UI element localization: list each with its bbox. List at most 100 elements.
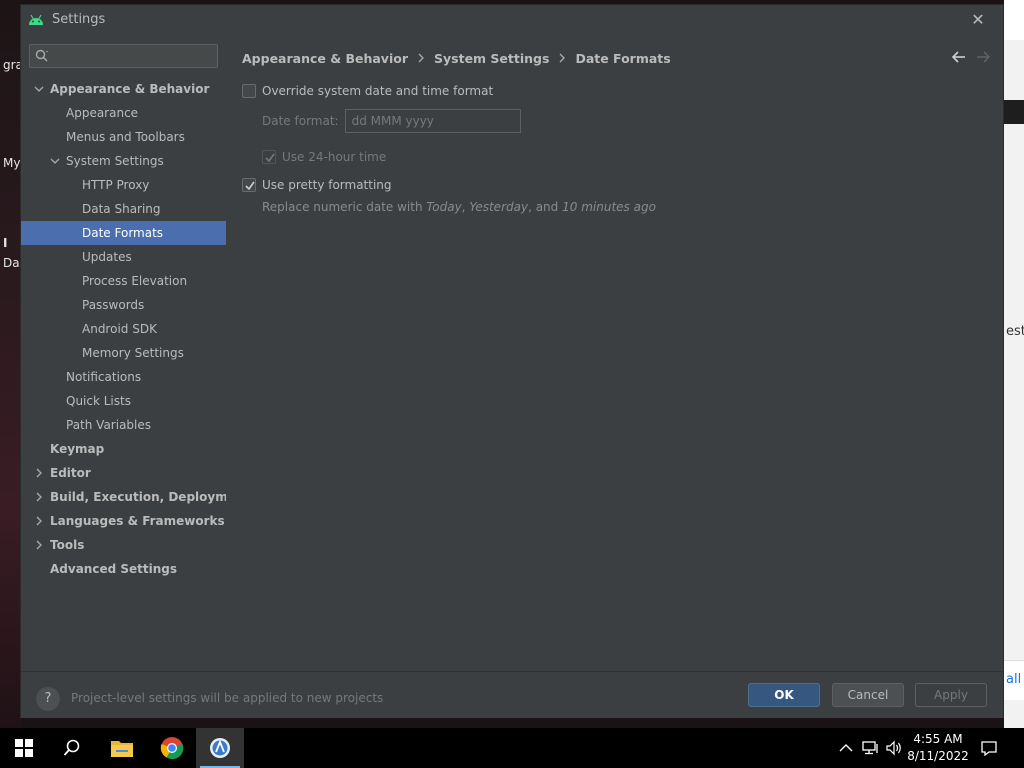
sidebar-item-label: HTTP Proxy bbox=[82, 178, 150, 192]
sidebar-item-label: Build, Execution, Deployment bbox=[50, 490, 251, 504]
chevron-right-icon[interactable] bbox=[34, 468, 44, 478]
hint-text: , and bbox=[528, 200, 559, 214]
settings-sidebar: Appearance & Behavior Appearance Menus and… bbox=[21, 35, 250, 671]
chevron-right-icon bbox=[418, 53, 424, 63]
sidebar-item-label: Keymap bbox=[50, 442, 105, 456]
close-button[interactable]: ✕ bbox=[967, 9, 989, 31]
apply-button[interactable]: Apply bbox=[915, 683, 987, 707]
windows-logo-icon bbox=[15, 739, 33, 757]
clock-date: 8/11/2022 bbox=[907, 749, 969, 763]
background-window-bar bbox=[1004, 100, 1024, 124]
override-format-label: Override system date and time format bbox=[262, 84, 494, 98]
taskbar-clock[interactable]: 4:55 AM 8/11/2022 bbox=[902, 731, 974, 765]
sidebar-item-label: Editor bbox=[50, 466, 91, 480]
android-studio-logo-icon bbox=[210, 738, 230, 758]
override-row: Override system date and time format bbox=[242, 82, 493, 100]
breadcrumb-item[interactable]: System Settings bbox=[434, 51, 549, 66]
checkmark-icon bbox=[245, 181, 255, 191]
help-button[interactable]: ? bbox=[36, 687, 60, 711]
notification-center[interactable] bbox=[980, 728, 998, 768]
system-tray bbox=[838, 728, 904, 768]
title-bar[interactable]: Settings ✕ bbox=[21, 5, 1003, 35]
magnifier-icon bbox=[63, 739, 80, 756]
window-title: Settings bbox=[52, 12, 106, 27]
forward-arrow-icon[interactable] bbox=[975, 49, 991, 65]
sidebar-item[interactable]: Path Variables bbox=[21, 413, 226, 437]
settings-content: Appearance & Behavior System Settings Da… bbox=[226, 35, 1003, 671]
chevron-right-icon[interactable] bbox=[34, 492, 44, 502]
ok-button[interactable]: OK bbox=[748, 683, 820, 707]
hint-today: Today bbox=[426, 200, 462, 214]
chevron-right-icon bbox=[559, 53, 566, 63]
sidebar-item[interactable]: Notifications bbox=[21, 365, 226, 389]
search-icon[interactable] bbox=[48, 728, 96, 768]
sidebar-item-label: Appearance & Behavior bbox=[50, 82, 210, 96]
desktop-fragment: My bbox=[3, 156, 21, 170]
sidebar-item-label: Menus and Toolbars bbox=[66, 130, 185, 144]
sidebar-item-label: Advanced Settings bbox=[50, 562, 178, 576]
sidebar-item[interactable]: Advanced Settings bbox=[21, 557, 226, 581]
chrome-icon[interactable] bbox=[148, 728, 196, 768]
sidebar-item-label: Appearance bbox=[66, 106, 139, 120]
sidebar-item[interactable]: HTTP Proxy bbox=[21, 173, 226, 197]
taskbar: 4:55 AM 8/11/2022 bbox=[0, 728, 1024, 768]
pretty-format-label: Use pretty formatting bbox=[262, 178, 392, 192]
sidebar-item[interactable]: Process Elevation bbox=[21, 269, 226, 293]
settings-search[interactable] bbox=[29, 44, 218, 68]
sidebar-item[interactable]: Quick Lists bbox=[21, 389, 226, 413]
sidebar-item[interactable]: Keymap bbox=[21, 437, 226, 461]
sidebar-item[interactable]: Tools bbox=[21, 533, 226, 557]
file-explorer-icon[interactable] bbox=[98, 728, 146, 768]
override-format-checkbox[interactable] bbox=[242, 84, 256, 98]
sidebar-item[interactable]: Appearance & Behavior bbox=[21, 77, 226, 101]
sidebar-item[interactable]: Passwords bbox=[21, 293, 226, 317]
sidebar-item-label: Languages & Frameworks bbox=[50, 514, 225, 528]
date-format-row: Date format: bbox=[262, 109, 521, 133]
windows-start-icon[interactable] bbox=[0, 728, 48, 768]
sidebar-item-label: Updates bbox=[82, 250, 132, 264]
sidebar-item[interactable]: System Settings bbox=[21, 149, 226, 173]
sidebar-item-label: Path Variables bbox=[66, 418, 152, 432]
cancel-button[interactable]: Cancel bbox=[832, 683, 904, 707]
pretty-format-hint: Replace numeric date with Today, Yesterd… bbox=[262, 198, 656, 216]
sidebar-item[interactable]: Build, Execution, Deployment bbox=[21, 485, 250, 509]
date-format-input[interactable] bbox=[344, 109, 521, 133]
footer-note: Project-level settings will be applied t… bbox=[71, 691, 384, 705]
sidebar-item-label: Data Sharing bbox=[82, 202, 161, 216]
sidebar-item[interactable]: Memory Settings bbox=[21, 341, 226, 365]
desktop-background-right: est all bbox=[1004, 0, 1024, 728]
hint-yesterday: Yesterday bbox=[469, 200, 529, 214]
android-logo-icon bbox=[29, 14, 43, 25]
checkmark-icon bbox=[265, 153, 275, 163]
background-window-header bbox=[1004, 0, 1024, 40]
sidebar-item[interactable]: Editor bbox=[21, 461, 226, 485]
sidebar-item-label: System Settings bbox=[66, 154, 164, 168]
use-24h-checkbox[interactable] bbox=[262, 150, 276, 164]
sidebar-item[interactable]: Appearance bbox=[21, 101, 226, 125]
search-input[interactable] bbox=[54, 47, 214, 65]
sidebar-item[interactable]: Android SDK bbox=[21, 317, 226, 341]
sidebar-item[interactable]: Languages & Frameworks bbox=[21, 509, 226, 533]
android-studio-icon[interactable] bbox=[196, 728, 244, 768]
sidebar-item-label: Passwords bbox=[82, 298, 145, 312]
search-icon bbox=[35, 49, 48, 62]
breadcrumb: Appearance & Behavior System Settings Da… bbox=[242, 49, 671, 67]
network-icon[interactable] bbox=[862, 740, 880, 756]
sidebar-item[interactable]: Date Formats bbox=[21, 221, 226, 245]
sidebar-item[interactable]: Data Sharing bbox=[21, 197, 226, 221]
chevron-down-icon[interactable] bbox=[34, 84, 44, 94]
pretty-row: Use pretty formatting bbox=[242, 176, 392, 194]
desktop-background-left: gra My I Da bbox=[0, 0, 22, 728]
sidebar-item-label: Memory Settings bbox=[82, 346, 184, 360]
sidebar-item[interactable]: Updates bbox=[21, 245, 226, 269]
pretty-format-checkbox[interactable] bbox=[242, 178, 256, 192]
use-24h-label: Use 24-hour time bbox=[282, 150, 387, 164]
back-arrow-icon[interactable] bbox=[951, 49, 967, 65]
chevron-up-icon[interactable] bbox=[838, 740, 854, 756]
sidebar-item[interactable]: Menus and Toolbars bbox=[21, 125, 226, 149]
breadcrumb-item[interactable]: Appearance & Behavior bbox=[242, 51, 408, 66]
chevron-down-icon[interactable] bbox=[50, 156, 60, 166]
chevron-right-icon[interactable] bbox=[34, 540, 44, 550]
hint-text: , bbox=[461, 200, 466, 214]
chevron-right-icon[interactable] bbox=[34, 516, 44, 526]
